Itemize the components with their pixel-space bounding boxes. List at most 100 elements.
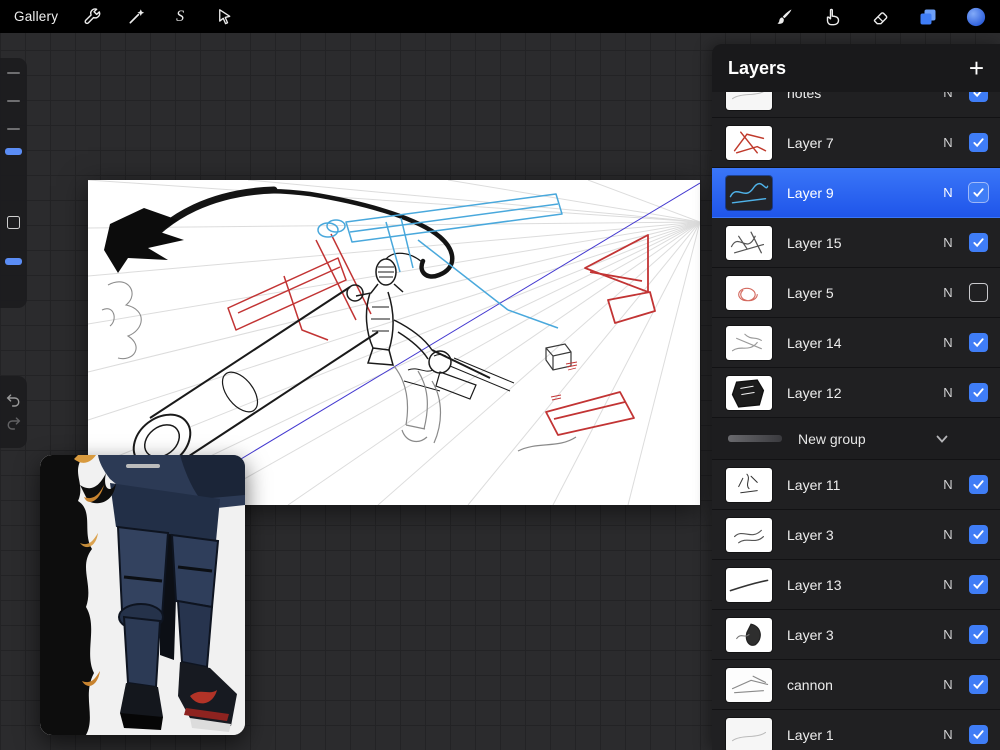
adjustments-wand-icon[interactable] [126, 7, 146, 27]
layer-thumbnail[interactable] [726, 717, 772, 750]
layers-panel-title: Layers [728, 57, 787, 78]
layer-row[interactable]: Layer 9 N [712, 168, 1000, 218]
layer-visibility-checkbox[interactable] [969, 525, 988, 544]
add-layer-button[interactable]: + [969, 55, 984, 81]
layer-name: Layer 11 [787, 476, 841, 493]
layer-visibility-checkbox[interactable] [969, 333, 988, 352]
layer-name: Layer 14 [787, 334, 842, 351]
layer-visibility-checkbox[interactable] [969, 675, 988, 694]
layer-row[interactable]: Layer 13 N [712, 560, 1000, 610]
top-toolbar: Gallery S [0, 0, 1000, 33]
layer-name: Layer 9 [787, 184, 834, 201]
layer-thumbnail[interactable] [726, 275, 772, 310]
procreate-workspace: Gallery S Layers + notes N Layer 7 N Lay… [0, 0, 1000, 750]
layer-visibility-checkbox[interactable] [969, 133, 988, 152]
layer-name: Layer 1 [787, 726, 834, 743]
layer-thumbnail[interactable] [726, 125, 772, 160]
sidebar-sliders [0, 58, 27, 308]
gallery-button[interactable]: Gallery [14, 9, 58, 24]
layer-row[interactable]: Layer 7 N [712, 118, 1000, 168]
layer-name: Layer 13 [787, 576, 842, 593]
selection-glyph: S [176, 7, 185, 25]
slider-tick [7, 128, 20, 130]
layer-name: Layer 3 [787, 526, 834, 543]
layers-panel-header: Layers + [712, 44, 1000, 92]
layer-row[interactable]: Layer 3 N [712, 510, 1000, 560]
blend-mode-button[interactable]: N [939, 185, 957, 200]
layer-name: Layer 7 [787, 134, 834, 151]
blend-mode-button[interactable]: N [939, 477, 957, 492]
layer-row[interactable]: cannon N [712, 660, 1000, 710]
selection-icon[interactable]: S [170, 7, 190, 27]
layers-list: notes N Layer 7 N Layer 9 N Layer 15 N Layer 5NL… [712, 92, 1000, 750]
layer-row[interactable]: notes N [712, 92, 1000, 118]
blend-mode-button[interactable]: N [939, 727, 957, 742]
toolbar-left-group: Gallery S [14, 7, 234, 27]
layer-row[interactable]: Layer 1 N [712, 710, 1000, 750]
chevron-down-icon[interactable] [934, 431, 950, 447]
blend-mode-button[interactable]: N [939, 335, 957, 350]
layer-row[interactable]: Layer 14 N [712, 318, 1000, 368]
color-swatch[interactable] [966, 7, 986, 27]
reference-drag-handle[interactable] [125, 464, 160, 468]
blend-mode-button[interactable]: N [939, 385, 957, 400]
layer-thumbnail[interactable] [726, 175, 772, 210]
blend-mode-button[interactable]: N [939, 92, 957, 100]
layer-visibility-checkbox[interactable] [969, 575, 988, 594]
group-thumbnail [728, 435, 782, 442]
brush-size-slider-handle[interactable] [5, 148, 22, 155]
layer-thumbnail[interactable] [726, 667, 772, 702]
layer-visibility-checkbox[interactable] [969, 383, 988, 402]
layer-thumbnail[interactable] [726, 325, 772, 360]
layer-thumbnail[interactable] [726, 567, 772, 602]
layer-visibility-checkbox[interactable] [969, 283, 988, 302]
transform-arrow-icon[interactable] [214, 7, 234, 27]
eraser-icon[interactable] [870, 7, 890, 27]
layer-thumbnail[interactable] [726, 467, 772, 502]
layer-name: Layer 15 [787, 234, 842, 251]
layer-visibility-checkbox[interactable] [969, 233, 988, 252]
undo-button[interactable] [5, 393, 22, 408]
layers-panel: Layers + notes N Layer 7 N Layer 9 N Layer 15 N… [712, 44, 1000, 750]
layer-visibility-checkbox[interactable] [969, 183, 988, 202]
actions-wrench-icon[interactable] [82, 7, 102, 27]
layer-visibility-checkbox[interactable] [969, 475, 988, 494]
blend-mode-button[interactable]: N [939, 135, 957, 150]
layer-row[interactable]: Layer 12 N [712, 368, 1000, 418]
blend-mode-button[interactable]: N [939, 677, 957, 692]
brush-icon[interactable] [774, 7, 794, 27]
opacity-slider-handle[interactable] [5, 258, 22, 265]
undo-redo-panel [0, 376, 27, 448]
blend-mode-button[interactable]: N [939, 527, 957, 542]
reference-image [40, 455, 245, 735]
reference-window[interactable] [40, 455, 245, 735]
slider-tick [7, 72, 20, 74]
slider-tick [7, 100, 20, 102]
layer-visibility-checkbox[interactable] [969, 92, 988, 102]
layers-icon[interactable] [918, 7, 938, 27]
layer-thumbnail[interactable] [726, 517, 772, 552]
layer-group-row[interactable]: New group [712, 418, 1000, 460]
layer-name: cannon [787, 676, 833, 693]
redo-button[interactable] [5, 416, 22, 431]
layer-thumbnail[interactable] [726, 225, 772, 260]
layer-row[interactable]: Layer 5 N [712, 268, 1000, 318]
modify-button[interactable] [7, 216, 20, 229]
layer-name: Layer 12 [787, 384, 842, 401]
blend-mode-button[interactable]: N [939, 627, 957, 642]
blend-mode-button[interactable]: N [939, 577, 957, 592]
layer-visibility-checkbox[interactable] [969, 625, 988, 644]
layer-thumbnail[interactable] [726, 92, 772, 110]
smudge-icon[interactable] [822, 7, 842, 27]
toolbar-right-group [774, 7, 986, 27]
layer-row[interactable]: Layer 11 N [712, 460, 1000, 510]
layer-thumbnail[interactable] [726, 617, 772, 652]
layer-name: Layer 5 [787, 284, 834, 301]
layer-thumbnail[interactable] [726, 375, 772, 410]
layer-row[interactable]: Layer 3 N [712, 610, 1000, 660]
layer-name: notes [787, 92, 822, 101]
blend-mode-button[interactable]: N [939, 235, 957, 250]
blend-mode-button[interactable]: N [939, 285, 957, 300]
layer-row[interactable]: Layer 15 N [712, 218, 1000, 268]
layer-visibility-checkbox[interactable] [969, 725, 988, 744]
